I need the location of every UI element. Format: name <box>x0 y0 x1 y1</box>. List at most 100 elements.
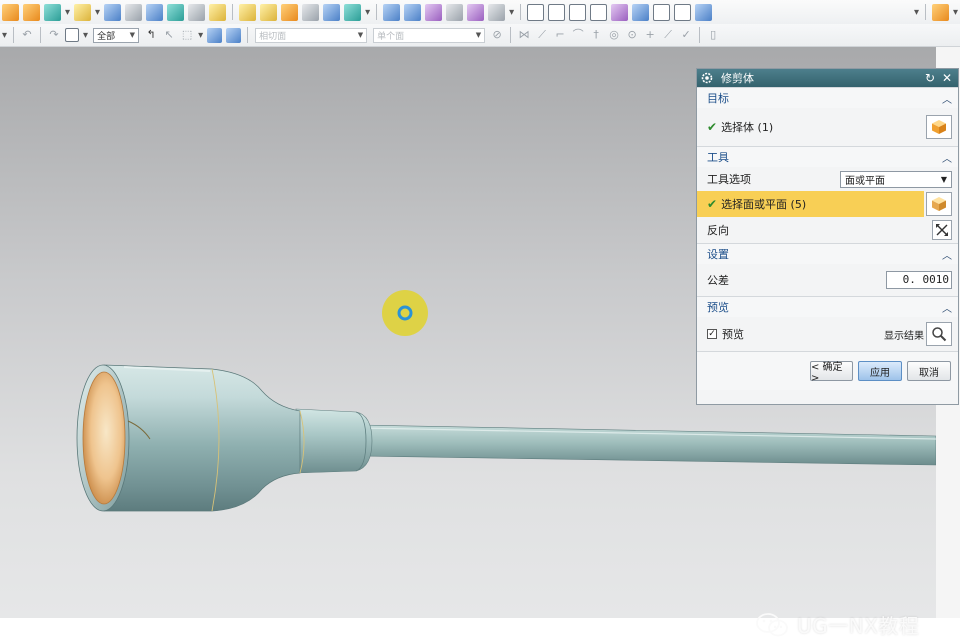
reverse-direction-button[interactable] <box>932 220 952 240</box>
dialog-button-bar: < 确定 > 应用 取消 <box>697 351 958 390</box>
revolve-icon[interactable] <box>23 3 40 21</box>
unite-icon[interactable] <box>323 3 341 21</box>
extract-geometry-icon[interactable] <box>695 3 713 21</box>
preview-row: ✓ 预览 显示结果 <box>697 317 958 351</box>
cup-body <box>103 364 301 512</box>
target-section-header[interactable]: 目标 ︿ <box>697 87 958 108</box>
pocket-icon[interactable] <box>209 3 227 21</box>
snap-arc-center-icon[interactable]: ⌒ <box>571 28 585 42</box>
tool-section-header[interactable]: 工具 ︿ <box>697 146 958 167</box>
link-icon[interactable]: ⊘ <box>490 28 504 42</box>
selection-toolbar: ▾ ↶ ↷ ▾ 全部 ▼ ↰ ↖ ⬚ ▾ 相切面 ▼ 单个面 ▼ ⊘ ⋈ ⟋ ⌐ ⌒ … <box>0 24 960 47</box>
dialog-title-bar[interactable]: 修剪体 ↻ ✕ <box>697 69 958 87</box>
undo-icon[interactable]: ↶ <box>20 28 34 42</box>
watermark: UG一NX教程 <box>755 610 919 639</box>
cone-icon[interactable] <box>167 3 185 21</box>
cursor-indicator <box>382 290 428 336</box>
rectangle-select-icon[interactable]: ⬚ <box>180 28 194 42</box>
tool-option-label: 工具选项 <box>707 173 751 186</box>
hole-icon[interactable] <box>44 3 61 21</box>
preview-checkbox[interactable]: ✓ <box>707 329 717 339</box>
shell-icon[interactable] <box>281 3 299 21</box>
type-filter-icon[interactable] <box>65 28 80 42</box>
feature-toolbar: ▾ ▾ ▾ ▾ ▾ ▾ <box>0 0 960 25</box>
snap-on-face-icon[interactable]: ✓ <box>679 28 693 42</box>
deselect-icon[interactable]: ↖ <box>162 28 176 42</box>
face-rule-select-2[interactable]: 单个面 ▼ <box>373 27 486 43</box>
snap-existing-point-icon[interactable]: + <box>643 28 657 42</box>
redo-icon[interactable]: ↷ <box>47 28 61 42</box>
tolerance-label: 公差 <box>707 274 729 287</box>
through-curves-icon[interactable] <box>404 3 422 21</box>
block-icon[interactable] <box>125 3 143 21</box>
view-icon[interactable] <box>207 27 223 43</box>
neck-cylinder <box>295 408 373 474</box>
extrude-icon[interactable] <box>2 3 19 21</box>
chevron-up-icon: ︿ <box>942 153 952 165</box>
settings-section-header[interactable]: 设置 ︿ <box>697 243 958 264</box>
select-face-button[interactable] <box>926 192 952 216</box>
show-result-button[interactable] <box>926 322 952 346</box>
filter-select[interactable]: 全部 ▼ <box>93 27 140 43</box>
cylinder-icon[interactable] <box>146 3 164 21</box>
select-body-row[interactable]: ✔ 选择体 (1) <box>697 108 958 146</box>
preview-section-header[interactable]: 预览 ︿ <box>697 296 958 317</box>
chevron-up-icon: ︿ <box>942 94 952 106</box>
studio-spline-icon[interactable] <box>569 3 587 21</box>
intersection-curve-icon[interactable] <box>632 3 650 21</box>
reverse-label: 反向 <box>707 224 729 237</box>
trim-curve-icon[interactable] <box>674 3 692 21</box>
sphere-icon[interactable] <box>188 3 206 21</box>
sew-icon[interactable] <box>488 3 506 21</box>
cup-opening <box>82 371 126 505</box>
preview-checkbox-label: 预览 <box>722 328 744 341</box>
reset-icon[interactable]: ↻ <box>923 71 937 85</box>
tolerance-input[interactable]: 0. 0010 <box>886 271 952 289</box>
magnifier-icon <box>932 327 947 342</box>
snap-endpoint-icon[interactable]: ⋈ <box>517 28 531 42</box>
chamfer-icon[interactable] <box>260 3 278 21</box>
wechat-icon <box>756 612 788 636</box>
trim-body-dialog: 修剪体 ↻ ✕ 目标 ︿ ✔ 选择体 (1) 工具 ︿ 工具选项 面或平面 ▼ … <box>696 68 959 405</box>
sketch-icon[interactable] <box>104 3 122 21</box>
swept-icon[interactable] <box>425 3 443 21</box>
tool-option-select[interactable]: 面或平面 ▼ <box>840 170 952 188</box>
snap-control-icon[interactable]: ⌐ <box>553 28 567 42</box>
draft-icon[interactable] <box>302 3 320 21</box>
check-icon: ✔ <box>707 120 718 134</box>
shaded-view-icon[interactable] <box>226 27 242 43</box>
subtract-icon[interactable] <box>344 3 362 21</box>
select-all-icon[interactable]: ↰ <box>144 28 158 42</box>
select-body-button[interactable] <box>926 115 952 139</box>
face-rule-select-1[interactable]: 相切面 ▼ <box>255 27 368 43</box>
offset-surface-icon[interactable] <box>446 3 464 21</box>
trim-sheet-icon[interactable] <box>467 3 485 21</box>
snap-on-curve-icon[interactable]: ⟋ <box>661 28 675 42</box>
snap-center-icon[interactable]: ◎ <box>607 28 621 42</box>
reverse-direction-icon <box>936 224 948 236</box>
reverse-row: 反向 <box>697 217 958 243</box>
select-face-row[interactable]: ✔ 选择面或平面 (5) <box>697 191 958 217</box>
snap-intersection-icon[interactable]: † <box>589 28 603 42</box>
surface-icon[interactable] <box>383 3 401 21</box>
apply-button[interactable]: 应用 <box>858 361 902 381</box>
rod <box>359 424 937 466</box>
chevron-up-icon: ︿ <box>942 303 952 315</box>
offset-curve-icon[interactable] <box>653 3 671 21</box>
close-icon[interactable]: ✕ <box>940 71 954 85</box>
ok-button[interactable]: < 确定 > <box>810 361 853 384</box>
boss-icon[interactable] <box>74 3 92 21</box>
dropdown-arrow-icon: ▼ <box>940 174 947 184</box>
fillet-curve-icon[interactable] <box>590 3 608 21</box>
snap-midpoint-icon[interactable]: ⟋ <box>535 28 549 42</box>
edge-blend-icon[interactable] <box>239 3 257 21</box>
command-finder-icon[interactable] <box>931 3 949 21</box>
snap-quadrant-icon[interactable]: ⊙ <box>625 28 639 42</box>
line-icon[interactable] <box>527 3 545 21</box>
select-body-label: 选择体 (1) <box>721 121 774 134</box>
arc-icon[interactable] <box>548 3 566 21</box>
project-curve-icon[interactable] <box>611 3 629 21</box>
dialog-title: 修剪体 <box>721 72 754 85</box>
snap-bar-icon[interactable]: ▯ <box>706 28 720 42</box>
cancel-button[interactable]: 取消 <box>907 361 951 381</box>
